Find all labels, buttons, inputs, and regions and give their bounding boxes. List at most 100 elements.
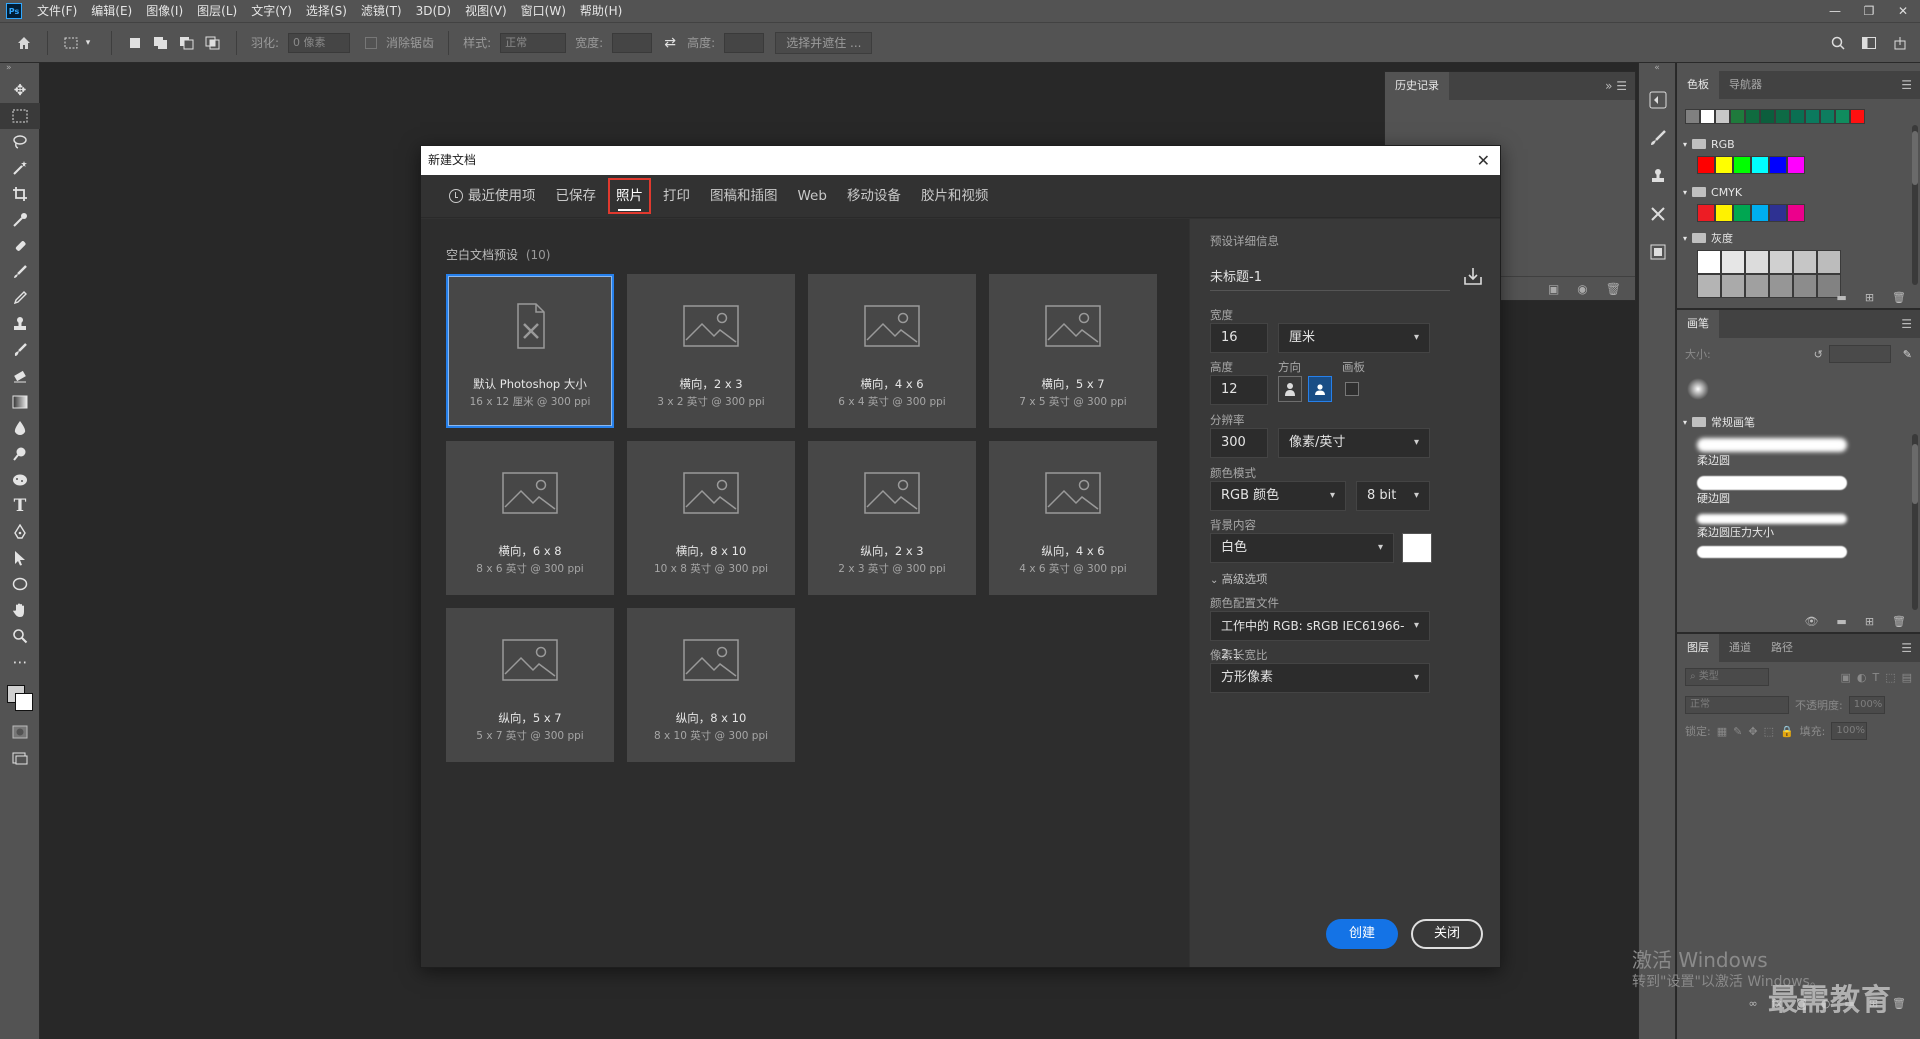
preset-card[interactable]: 纵向，8 x 10 8 x 10 英寸 @ 300 ppi: [627, 608, 795, 762]
landscape-orientation-icon[interactable]: [1308, 376, 1332, 402]
brush-tool-icon[interactable]: [0, 259, 40, 285]
tab-channels[interactable]: 通道: [1719, 634, 1761, 662]
path-selection-tool-icon[interactable]: [0, 545, 40, 571]
preset-card[interactable]: 默认 Photoshop 大小 16 x 12 厘米 @ 300 ppi: [446, 274, 614, 428]
layer-kind-filter[interactable]: ⌕ 类型: [1685, 668, 1769, 686]
blend-mode-select[interactable]: 正常: [1685, 696, 1789, 714]
preset-card[interactable]: 横向，6 x 8 8 x 6 英寸 @ 300 ppi: [446, 441, 614, 595]
eyedropper-tool-icon[interactable]: [0, 207, 40, 233]
brush-settings-dock-icon[interactable]: [1639, 119, 1677, 157]
new-document-from-state-icon[interactable]: ▣: [1548, 282, 1559, 296]
lock-all-icon[interactable]: 🔒: [1780, 725, 1794, 738]
artboard-checkbox[interactable]: [1345, 382, 1359, 396]
blur-tool-icon[interactable]: [0, 415, 40, 441]
gray-swatch[interactable]: [1697, 250, 1721, 274]
color-swatch[interactable]: [1697, 156, 1715, 174]
snapshot-icon[interactable]: ◉: [1577, 282, 1587, 296]
brushes-scrollbar[interactable]: [1912, 434, 1918, 610]
width-input[interactable]: 16: [1210, 323, 1268, 353]
swatch-group-rgb[interactable]: ▾ RGB: [1677, 132, 1920, 156]
intersect-selection-icon[interactable]: [205, 35, 221, 51]
ellipse-tool-icon[interactable]: [0, 571, 40, 597]
color-mode-select[interactable]: RGB 颜色 ▾: [1210, 481, 1346, 511]
chevron-down-icon[interactable]: ▾: [80, 35, 96, 51]
menu-window[interactable]: 窗口(W): [514, 0, 573, 22]
color-swatches[interactable]: [0, 675, 40, 719]
lock-artboard-icon[interactable]: ⬚: [1764, 725, 1774, 738]
new-selection-icon[interactable]: [127, 35, 143, 51]
menu-edit[interactable]: 编辑(E): [84, 0, 139, 22]
healing-brush-tool-icon[interactable]: [0, 233, 40, 259]
workspace-icon[interactable]: [1861, 35, 1877, 51]
preset-card[interactable]: 纵向，2 x 3 2 x 3 英寸 @ 300 ppi: [808, 441, 976, 595]
preset-card[interactable]: 横向，5 x 7 7 x 5 英寸 @ 300 ppi: [989, 274, 1157, 428]
rpanels-collapse-icon[interactable]: [1677, 63, 1920, 71]
color-swatch[interactable]: [1835, 109, 1850, 124]
add-selection-icon[interactable]: [153, 35, 169, 51]
color-swatch[interactable]: [1733, 204, 1751, 222]
color-swatch[interactable]: [1751, 156, 1769, 174]
preset-card[interactable]: 横向，2 x 3 3 x 2 英寸 @ 300 ppi: [627, 274, 795, 428]
restore-icon[interactable]: ❐: [1852, 0, 1886, 22]
style-select[interactable]: 正常: [500, 32, 567, 53]
filter-shape-icon[interactable]: ⬚: [1885, 671, 1895, 684]
screen-mode-icon[interactable]: [0, 745, 40, 771]
create-button[interactable]: 创建: [1326, 919, 1398, 949]
background-select[interactable]: 白色 ▾: [1210, 533, 1394, 563]
bit-depth-select[interactable]: 8 bit ▾: [1356, 481, 1430, 511]
link-layers-icon[interactable]: ∞: [1749, 997, 1758, 1010]
tab-print[interactable]: 打印: [657, 180, 696, 212]
menu-help[interactable]: 帮助(H): [573, 0, 629, 22]
layers-menu-icon[interactable]: ☰: [1901, 641, 1912, 655]
select-and-mask-button[interactable]: 选择并遮住 ...: [775, 31, 873, 54]
color-swatch[interactable]: [1769, 204, 1787, 222]
tab-film-video[interactable]: 胶片和视频: [915, 180, 995, 212]
background-color-swatch[interactable]: [1402, 533, 1432, 563]
marquee-tool-preset-icon[interactable]: [63, 35, 79, 51]
color-swatch[interactable]: [1775, 109, 1790, 124]
delete-layer-icon[interactable]: 🗑: [1892, 997, 1906, 1010]
tab-recent[interactable]: 最近使用项: [443, 180, 542, 212]
quick-mask-icon[interactable]: [0, 719, 40, 745]
menu-view[interactable]: 视图(V): [458, 0, 514, 22]
menu-image[interactable]: 图像(I): [139, 0, 190, 22]
clone-source-dock-icon[interactable]: [1639, 157, 1677, 195]
preset-card[interactable]: 纵向，5 x 7 5 x 7 英寸 @ 300 ppi: [446, 608, 614, 762]
magic-wand-tool-icon[interactable]: [0, 155, 40, 181]
color-swatch[interactable]: [1805, 109, 1820, 124]
color-swatch[interactable]: [1850, 109, 1865, 124]
background-color[interactable]: [15, 693, 33, 711]
minimize-icon[interactable]: —: [1818, 0, 1852, 22]
color-swatch[interactable]: [1769, 156, 1787, 174]
crop-tool-icon[interactable]: [0, 181, 40, 207]
color-swatch[interactable]: [1787, 204, 1805, 222]
new-brush-icon[interactable]: ⊞: [1865, 615, 1874, 628]
color-swatch[interactable]: [1733, 156, 1751, 174]
hand-tool-icon[interactable]: [0, 597, 40, 623]
tab-brushes[interactable]: 画笔: [1677, 310, 1719, 338]
fill-input[interactable]: 100%: [1831, 722, 1868, 740]
close-button[interactable]: 关闭: [1411, 919, 1483, 949]
sponge-tool-icon[interactable]: [0, 467, 40, 493]
color-swatch[interactable]: [1700, 109, 1715, 124]
preset-card[interactable]: 横向，4 x 6 6 x 4 英寸 @ 300 ppi: [808, 274, 976, 428]
filter-type-icon[interactable]: T: [1872, 671, 1879, 684]
menu-filter[interactable]: 滤镜(T): [354, 0, 409, 22]
tab-history[interactable]: 历史记录: [1385, 72, 1449, 100]
share-icon[interactable]: [1892, 35, 1908, 51]
dialog-close-icon[interactable]: ✕: [1477, 146, 1490, 175]
history-brush-tool-icon[interactable]: [0, 337, 40, 363]
tab-photo[interactable]: 照片: [608, 178, 651, 214]
save-preset-icon[interactable]: [1462, 265, 1484, 287]
brush-preview[interactable]: [1687, 378, 1709, 400]
color-swatch[interactable]: [1745, 109, 1760, 124]
gray-swatch[interactable]: [1721, 250, 1745, 274]
menu-select[interactable]: 选择(S): [299, 0, 354, 22]
clone-stamp-tool-icon[interactable]: [0, 311, 40, 337]
color-swatch[interactable]: [1787, 156, 1805, 174]
swatches-scrollbar[interactable]: [1912, 125, 1918, 285]
move-tool-icon[interactable]: ✥: [0, 77, 40, 103]
color-swatch[interactable]: [1685, 109, 1700, 124]
color-swatch[interactable]: [1730, 109, 1745, 124]
width-input[interactable]: [612, 32, 653, 53]
